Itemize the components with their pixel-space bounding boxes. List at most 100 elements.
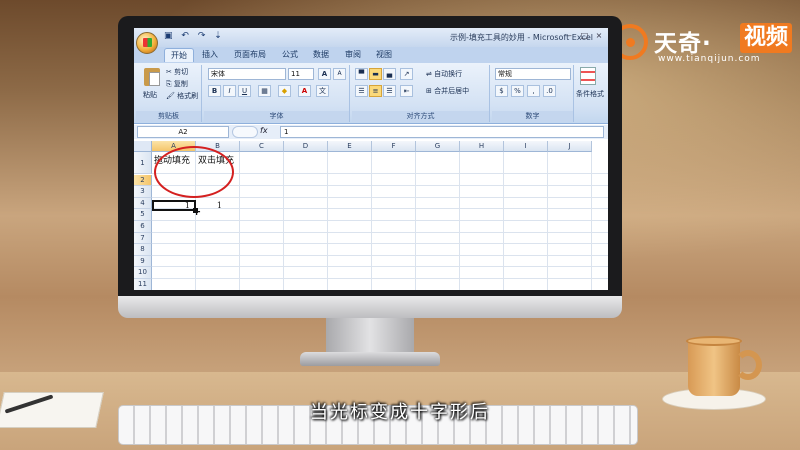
percent-button[interactable]: % bbox=[511, 85, 524, 97]
close-button[interactable]: × bbox=[593, 31, 605, 40]
tab-review[interactable]: 审阅 bbox=[345, 49, 361, 60]
row-header-8[interactable]: 8 bbox=[134, 244, 152, 256]
row-header-7[interactable]: 7 bbox=[134, 232, 152, 245]
cut-button[interactable]: ✂ 剪切 bbox=[166, 67, 188, 77]
select-all-corner[interactable] bbox=[134, 141, 152, 152]
row-header-2[interactable]: 2 bbox=[134, 174, 152, 187]
merge-center-label: 合并后居中 bbox=[434, 87, 470, 95]
tab-page-layout[interactable]: 页面布局 bbox=[234, 49, 266, 60]
font-size-select[interactable]: 11 bbox=[288, 68, 314, 80]
column-header-g[interactable]: G bbox=[416, 141, 460, 152]
number-format-select[interactable]: 常规 bbox=[495, 68, 571, 80]
row-header-11[interactable]: 11 bbox=[134, 279, 152, 290]
row-header-4[interactable]: 4 bbox=[134, 197, 152, 210]
font-color-icon[interactable]: A bbox=[298, 85, 311, 97]
grid-hline bbox=[152, 231, 608, 233]
column-header-i[interactable]: I bbox=[504, 141, 548, 152]
paste-icon[interactable] bbox=[144, 68, 160, 86]
grid-hline bbox=[152, 266, 608, 268]
minimize-button[interactable]: – bbox=[564, 31, 576, 40]
monitor-chin bbox=[118, 296, 622, 318]
phonetic-icon[interactable]: 文 bbox=[316, 85, 329, 97]
tab-view[interactable]: 视图 bbox=[376, 49, 392, 60]
border-icon[interactable]: ▦ bbox=[258, 85, 271, 97]
number-group: 常规 $ % , .0 数字 bbox=[492, 65, 574, 122]
title-bar: ▣ ↶ ↷ ⇣ 示例-填充工具的妙用 - Microsoft Excel – □… bbox=[134, 28, 608, 47]
fx-icon[interactable]: fx bbox=[260, 126, 268, 135]
conditional-format-icon[interactable] bbox=[580, 67, 596, 85]
formula-bar: A2 fx 1 bbox=[134, 125, 608, 139]
grid-hline bbox=[152, 278, 608, 279]
grid-hline bbox=[152, 220, 608, 221]
coffee-mug bbox=[688, 340, 740, 396]
merge-center-button[interactable]: ⊞ 合并后居中 bbox=[426, 86, 469, 96]
column-header-j[interactable]: J bbox=[548, 141, 592, 152]
brand-url: www.tianqijun.com bbox=[658, 54, 761, 64]
clipboard-group: 粘贴 ✂ 剪切 ⎘ 复制 🖌 格式刷 剪贴板 bbox=[136, 65, 202, 122]
format-painter-button[interactable]: 🖌 格式刷 bbox=[166, 91, 198, 101]
cell-b2[interactable]: 1 bbox=[198, 201, 222, 210]
indent-icon[interactable]: ⇤ bbox=[400, 85, 413, 97]
active-cell-border bbox=[152, 200, 196, 211]
video-subtitle: 当光标变成十字形后 bbox=[310, 402, 490, 423]
undo-icon[interactable]: ↶ bbox=[181, 31, 189, 41]
row-header-10[interactable]: 10 bbox=[134, 267, 152, 279]
conditional-format-button[interactable]: 条件格式 bbox=[576, 89, 604, 99]
paste-button[interactable]: 粘贴 bbox=[143, 90, 157, 100]
bold-button[interactable]: B bbox=[208, 85, 221, 97]
save-icon[interactable]: ▣ bbox=[164, 31, 173, 41]
grid-hline bbox=[152, 196, 608, 198]
grid-hline bbox=[152, 254, 608, 256]
align-bottom-icon[interactable]: ▄ bbox=[383, 68, 396, 80]
row-header-9[interactable]: 9 bbox=[134, 255, 152, 268]
coffee-mug-rim bbox=[686, 336, 742, 346]
column-header-c[interactable]: C bbox=[240, 141, 284, 152]
name-box[interactable]: A2 bbox=[137, 126, 229, 138]
column-header-f[interactable]: F bbox=[372, 141, 416, 152]
align-top-icon[interactable]: ▀ bbox=[355, 68, 368, 80]
formula-input[interactable]: 1 bbox=[280, 126, 604, 138]
italic-button[interactable]: I bbox=[223, 85, 236, 97]
font-group: 宋体 11 A A B I U ▦ ◆ A 文 字体 bbox=[204, 65, 350, 122]
align-right-icon[interactable]: ☰ bbox=[383, 85, 396, 97]
number-group-label: 数字 bbox=[492, 111, 573, 122]
comma-button[interactable]: , bbox=[527, 85, 540, 97]
column-header-h[interactable]: H bbox=[460, 141, 504, 152]
grid-hline bbox=[152, 243, 608, 245]
row-header-3[interactable]: 3 bbox=[134, 186, 152, 198]
qat-dropdown-icon[interactable]: ⇣ bbox=[214, 31, 222, 41]
brand-logo: 天奇· 视频 www.tianqijun.com bbox=[612, 22, 793, 68]
office-button[interactable] bbox=[136, 32, 158, 54]
increase-decimal-icon[interactable]: .0 bbox=[543, 85, 556, 97]
tab-data[interactable]: 数据 bbox=[313, 49, 329, 60]
currency-icon[interactable]: $ bbox=[495, 85, 508, 97]
formula-slot bbox=[232, 126, 258, 138]
font-group-label: 字体 bbox=[204, 111, 349, 122]
maximize-button[interactable]: □ bbox=[578, 31, 590, 40]
tab-home[interactable]: 开始 bbox=[164, 48, 194, 62]
shrink-font-button[interactable]: A bbox=[333, 68, 346, 80]
row-header-5[interactable]: 5 bbox=[134, 209, 152, 221]
column-header-d[interactable]: D bbox=[284, 141, 328, 152]
underline-button[interactable]: U bbox=[238, 85, 251, 97]
crosshair-cursor-icon: + bbox=[192, 205, 202, 218]
quick-access-toolbar: ▣ ↶ ↷ ⇣ bbox=[164, 31, 228, 41]
cut-label: 剪切 bbox=[174, 68, 189, 76]
fill-color-icon[interactable]: ◆ bbox=[278, 85, 291, 97]
font-name-select[interactable]: 宋体 bbox=[208, 68, 286, 80]
format-painter-label: 格式刷 bbox=[177, 92, 199, 100]
column-header-e[interactable]: E bbox=[328, 141, 372, 152]
redo-icon[interactable]: ↷ bbox=[198, 31, 206, 41]
row-header-1[interactable]: 1 bbox=[134, 152, 152, 174]
align-middle-icon[interactable]: ▬ bbox=[369, 68, 382, 80]
ribbon-tabs: 开始 插入 页面布局 公式 数据 审阅 视图 bbox=[134, 47, 608, 63]
align-center-icon[interactable]: ≡ bbox=[369, 85, 382, 97]
grow-font-button[interactable]: A bbox=[318, 68, 331, 80]
row-header-6[interactable]: 6 bbox=[134, 221, 152, 233]
align-left-icon[interactable]: ☰ bbox=[355, 85, 368, 97]
orientation-icon[interactable]: ↗ bbox=[400, 68, 413, 80]
copy-button[interactable]: ⎘ 复制 bbox=[166, 79, 188, 89]
tab-insert[interactable]: 插入 bbox=[202, 49, 218, 60]
wrap-text-button[interactable]: ⇌ 自动换行 bbox=[426, 69, 462, 79]
tab-formulas[interactable]: 公式 bbox=[282, 49, 298, 60]
